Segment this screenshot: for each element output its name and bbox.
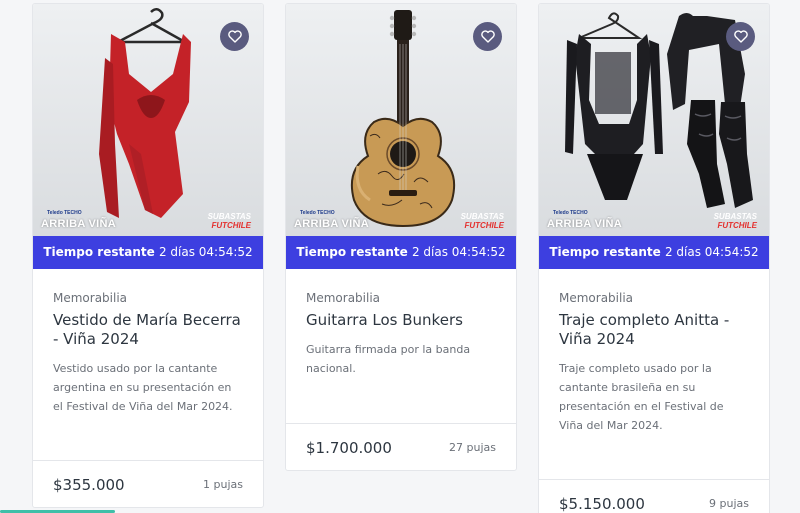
timer-label: Tiempo restante: [296, 245, 412, 259]
auction-card[interactable]: Teledo TECHO ARRIBA VIÑA SUBASTAS FUTCHI…: [32, 3, 264, 508]
current-price: $355.000: [53, 475, 125, 494]
product-image[interactable]: Teledo TECHO ARRIBA VIÑA SUBASTAS FUTCHI…: [539, 4, 769, 236]
category-label: Memorabilia: [53, 291, 128, 305]
sponsor-logos: Teledo TECHO: [47, 210, 82, 216]
subastas-text: SUBASTAS: [460, 212, 504, 221]
card-body: Memorabilia Traje completo Anitta - Viña…: [539, 269, 769, 435]
auction-card[interactable]: Teledo TECHO ARRIBA VIÑA SUBASTAS FUTCHI…: [285, 3, 517, 471]
auction-card[interactable]: Teledo TECHO ARRIBA VIÑA SUBASTAS FUTCHI…: [538, 3, 770, 513]
sponsor-logos: Teledo TECHO: [553, 210, 588, 216]
arriba-vina-logo: ARRIBA VIÑA: [547, 218, 623, 230]
product-image[interactable]: Teledo TECHO ARRIBA VIÑA SUBASTAS FUTCHI…: [33, 4, 263, 236]
subastas-text: SUBASTAS: [207, 212, 251, 221]
card-body: Memorabilia Vestido de María Becerra - V…: [33, 269, 263, 416]
favorite-button[interactable]: [473, 22, 502, 51]
item-description: Traje completo usado por la cantante bra…: [559, 362, 724, 432]
timer-label: Tiempo restante: [43, 245, 159, 259]
heart-icon: [227, 30, 242, 43]
timer-label: Tiempo restante: [549, 245, 665, 259]
card-footer: $5.150.000 9 pujas: [539, 479, 769, 513]
current-price: $1.700.000: [306, 438, 392, 457]
arriba-vina-logo: ARRIBA VIÑA: [41, 218, 117, 230]
favorite-button[interactable]: [220, 22, 249, 51]
timer-value: 2 días 04:54:52: [411, 245, 506, 259]
category-label: Memorabilia: [559, 291, 634, 305]
time-remaining-bar: Tiempo restante 2 días 04:54:52: [539, 236, 769, 269]
heart-icon: [733, 30, 748, 43]
card-footer: $1.700.000 27 pujas: [286, 423, 516, 470]
futchile-text: FUTCHILE: [464, 221, 504, 230]
bid-count: 9 pujas: [709, 497, 749, 510]
product-image[interactable]: Teledo TECHO ARRIBA VIÑA SUBASTAS FUTCHI…: [286, 4, 516, 236]
bid-count: 1 pujas: [203, 478, 243, 491]
timer-value: 2 días 04:54:52: [664, 245, 759, 259]
subastas-futchile-logo: SUBASTAS FUTCHILE: [714, 212, 757, 230]
subastas-futchile-logo: SUBASTAS FUTCHILE: [461, 212, 504, 230]
item-title[interactable]: Vestido de María Becerra - Viña 2024: [53, 311, 243, 349]
time-remaining-bar: Tiempo restante 2 días 04:54:52: [286, 236, 516, 269]
futchile-text: FUTCHILE: [717, 221, 757, 230]
auction-grid: Teledo TECHO ARRIBA VIÑA SUBASTAS FUTCHI…: [0, 0, 800, 513]
item-description: Vestido usado por la cantante argentina …: [53, 362, 233, 413]
heart-icon: [480, 30, 495, 43]
sponsor-logos: Teledo TECHO: [300, 210, 335, 216]
card-body: Memorabilia Guitarra Los Bunkers Guitarr…: [286, 269, 516, 378]
item-description: Guitarra firmada por la banda nacional.: [306, 343, 471, 375]
category-label: Memorabilia: [306, 291, 381, 305]
item-title[interactable]: Traje completo Anitta - Viña 2024: [559, 311, 749, 349]
current-price: $5.150.000: [559, 494, 645, 513]
bid-count: 27 pujas: [449, 441, 496, 454]
subastas-futchile-logo: SUBASTAS FUTCHILE: [208, 212, 251, 230]
item-title[interactable]: Guitarra Los Bunkers: [306, 311, 496, 330]
time-remaining-bar: Tiempo restante 2 días 04:54:52: [33, 236, 263, 269]
timer-value: 2 días 04:54:52: [158, 245, 253, 259]
favorite-button[interactable]: [726, 22, 755, 51]
futchile-text: FUTCHILE: [211, 221, 251, 230]
arriba-vina-logo: ARRIBA VIÑA: [294, 218, 370, 230]
subastas-text: SUBASTAS: [713, 212, 757, 221]
card-footer: $355.000 1 pujas: [33, 460, 263, 507]
